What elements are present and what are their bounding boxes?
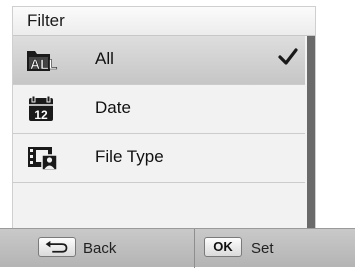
menu-item-label: Date xyxy=(95,98,131,117)
check-icon xyxy=(278,48,298,65)
softkey-bar: Back OK Set xyxy=(0,228,355,268)
calendar-icon: 12 xyxy=(29,95,53,122)
scrollbar-thumb[interactable] xyxy=(307,36,315,229)
ok-key-label: OK xyxy=(213,239,233,254)
menu-item-empty xyxy=(13,183,305,232)
title-bar: Filter xyxy=(13,7,315,36)
file-type-icon xyxy=(28,147,58,171)
menu-item-date[interactable]: 12 Date xyxy=(13,85,305,134)
all-folder-icon: ALL ALL xyxy=(27,51,58,72)
menu-item-label: All xyxy=(95,49,114,68)
ok-key[interactable]: OK xyxy=(204,237,242,257)
back-arrow-icon xyxy=(45,240,68,253)
filter-screen: Filter ALL ALL All 12 Date File Type Bac… xyxy=(0,0,355,268)
menu-title: Filter xyxy=(27,11,65,30)
scrollbar[interactable] xyxy=(307,36,315,229)
back-label[interactable]: Back xyxy=(83,240,116,257)
set-label[interactable]: Set xyxy=(251,240,274,257)
menu-item-file-type[interactable]: File Type xyxy=(13,134,305,183)
menu-item-all[interactable]: ALL ALL All xyxy=(13,36,305,85)
menu-item-label: File Type xyxy=(95,147,164,166)
softkey-divider xyxy=(194,229,195,268)
calendar-day-text: 12 xyxy=(34,108,48,122)
filter-menu-panel: Filter ALL ALL All 12 Date File Type xyxy=(12,6,316,232)
back-key[interactable] xyxy=(38,237,76,257)
all-icon-text-outline: ALL xyxy=(30,56,58,72)
